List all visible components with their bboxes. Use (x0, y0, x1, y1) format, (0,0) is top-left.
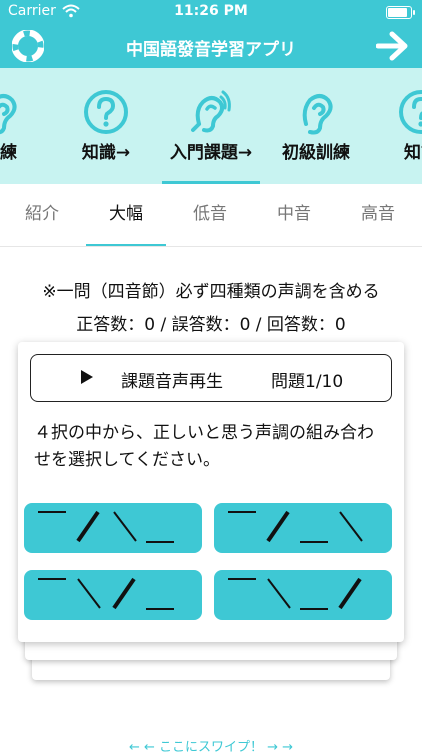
tone-sequence (228, 577, 362, 610)
question-counter: 問題1/10 (271, 372, 344, 392)
tab-high[interactable]: 高音 (336, 184, 420, 246)
tone-mark (267, 578, 291, 609)
tone-mark (338, 577, 362, 610)
icon-tab-label: 初級訓練 (282, 143, 350, 163)
icon-tab-beginner-training[interactable]: 初級訓練 (261, 68, 371, 184)
question-icon (397, 88, 422, 136)
score-summary: 正答数：0 / 誤答数：0 / 回答数：0 (76, 315, 346, 335)
navigation-bar: 中国語發音学習アプリ (0, 24, 422, 68)
tab-large[interactable]: 大幅 (84, 184, 168, 246)
tone-mark (266, 510, 290, 543)
rule-note: ※一問（四音節）必ず四種類の声調を含める (42, 282, 380, 302)
status-bar: Carrier 11:26 PM (0, 0, 422, 24)
battery-icon (386, 6, 415, 19)
swipe-hint: ← ← ここにスワイプ！ → → (128, 740, 294, 755)
ear-icon (292, 88, 340, 136)
lesson-icon-bar: 訓練 知識→ 入門課題→ 初級訓練 知識 (0, 68, 422, 184)
tone-mark (339, 511, 363, 542)
icon-tab-label: 知識 (404, 143, 422, 163)
answer-option-3[interactable] (24, 570, 202, 620)
tone-mark (77, 578, 101, 609)
ear-icon (0, 88, 24, 136)
question-card[interactable]: 課題音声再生 問題1/10 ４択の中から、正しいと思う声調の組み合わせを選択して… (18, 342, 404, 642)
arrow-right-icon[interactable] (375, 30, 410, 62)
answer-option-1[interactable] (24, 503, 202, 553)
instruction-text: ４択の中から、正しいと思う声調の組み合わせを選択してください。 (34, 423, 374, 470)
icon-tab-knowledge-2[interactable]: 知識 (366, 68, 422, 184)
tone-sequence (228, 510, 363, 543)
icon-tab-label: 入門課題→ (169, 143, 253, 163)
tone-mark (76, 510, 100, 543)
hearing-icon (187, 88, 235, 136)
tab-low[interactable]: 低音 (168, 184, 252, 246)
play-audio-button[interactable]: 課題音声再生 問題1/10 (30, 354, 392, 402)
icon-tab-intro-tasks[interactable]: 入門課題→ (156, 68, 266, 184)
tab-mid[interactable]: 中音 (252, 184, 336, 246)
play-icon (81, 370, 93, 384)
icon-tab-knowledge[interactable]: 知識→ (51, 68, 161, 184)
tone-mark (113, 511, 137, 542)
tone-sequence (38, 510, 174, 543)
tone-sequence (38, 577, 174, 610)
icon-tab-label: 知識→ (81, 143, 131, 163)
icon-tab-label: 訓練 (0, 143, 17, 163)
icon-tab-training[interactable]: 訓練 (0, 68, 55, 184)
question-icon (82, 88, 130, 136)
answer-option-4[interactable] (214, 570, 392, 620)
status-time: 11:26 PM (174, 3, 248, 19)
tone-mark (112, 577, 136, 610)
tab-underline (86, 244, 166, 246)
play-label: 課題音声再生 (121, 372, 223, 392)
tab-intro[interactable]: 紹介 (0, 184, 84, 246)
app-title: 中国語發音学習アプリ (126, 40, 296, 60)
answer-option-2[interactable] (214, 503, 392, 553)
tone-tabs: 紹介 大幅 低音 中音 高音 (0, 184, 422, 247)
